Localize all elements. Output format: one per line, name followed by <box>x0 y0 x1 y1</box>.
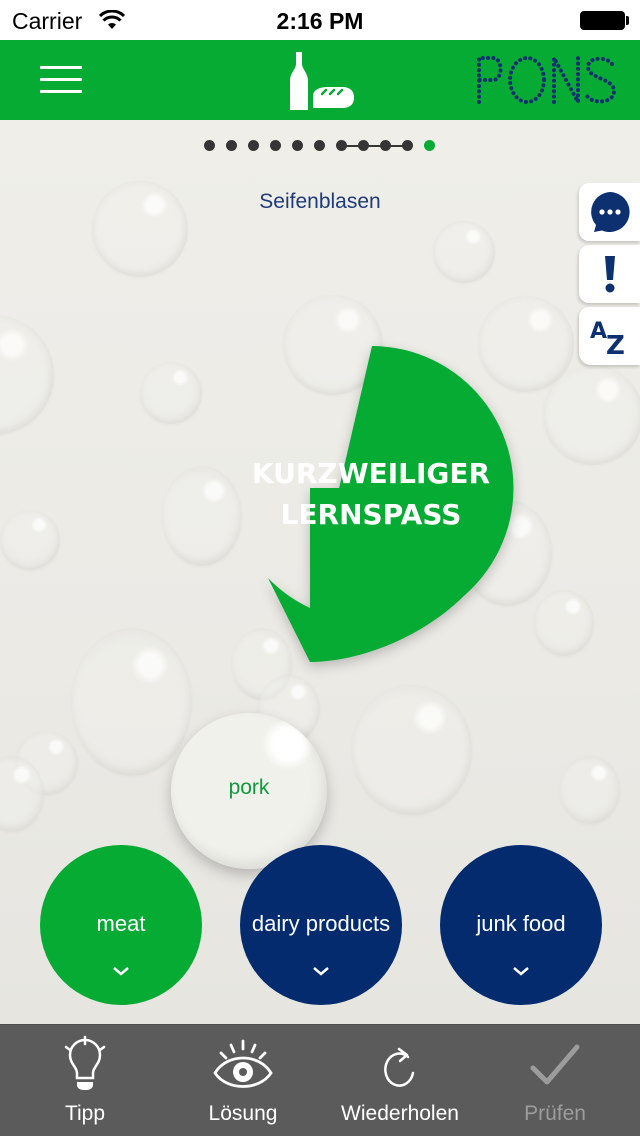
speech-line-2: LERNSPASS <box>280 498 462 531</box>
dictionary-tab[interactable]: A Z <box>579 307 640 365</box>
tip-button[interactable]: Tipp <box>5 1025 165 1136</box>
background-bubble <box>534 590 594 656</box>
status-bar: Carrier 2:16 PM <box>0 0 640 40</box>
exclamation-icon <box>604 256 615 293</box>
pons-brand-logo: PONS <box>477 56 617 104</box>
chevron-down-icon <box>513 967 529 976</box>
background-bubble <box>543 365 640 465</box>
progress-dot <box>248 140 259 151</box>
category-dairy-products[interactable]: dairy products <box>240 845 402 1005</box>
background-bubble <box>72 628 192 776</box>
bottom-toolbar: Tipp Lösung Wiederholen Prüfen <box>0 1024 640 1136</box>
progress-dot <box>292 140 303 151</box>
check-label: Prüfen <box>524 1102 586 1125</box>
repeat-icon <box>384 1047 415 1087</box>
a-z-icon: A Z <box>590 319 625 356</box>
chevron-down-icon <box>313 967 329 976</box>
solution-button[interactable]: Lösung <box>163 1025 323 1136</box>
progress-dot <box>358 140 369 151</box>
background-bubble <box>0 510 60 570</box>
repeat-button[interactable]: Wiederholen <box>320 1025 480 1136</box>
battery-tip <box>626 16 629 25</box>
progress-dot <box>314 140 325 151</box>
progress-dot <box>204 140 215 151</box>
word-bubble[interactable]: pork <box>171 713 327 869</box>
svg-text:A: A <box>590 319 607 344</box>
repeat-label: Wiederholen <box>341 1102 459 1125</box>
checkmark-icon <box>530 1044 580 1085</box>
category-label: dairy products <box>251 911 391 936</box>
eye-icon <box>213 1039 273 1088</box>
progress-dot-current <box>424 140 435 151</box>
exercise-area: Seifenblasen A Z KURZWEILIGER LERNSPASS … <box>0 120 640 1024</box>
info-tab[interactable] <box>579 245 640 303</box>
check-button[interactable]: Prüfen <box>475 1025 635 1136</box>
app-header: PONS <box>0 40 640 120</box>
speech-line-1: KURZWEILIGER <box>251 457 491 490</box>
progress-dot <box>226 140 237 151</box>
lightbulb-icon <box>64 1035 106 1090</box>
word-label: pork <box>228 776 270 799</box>
svg-text:Z: Z <box>606 331 625 356</box>
background-bubble <box>560 756 620 824</box>
progress-dot <box>270 140 281 151</box>
speech-bubble-text: KURZWEILIGER LERNSPASS <box>230 453 512 535</box>
background-bubble <box>433 221 495 283</box>
chat-tab[interactable] <box>579 183 640 241</box>
category-meat[interactable]: meat <box>40 845 202 1005</box>
solution-label: Lösung <box>208 1102 278 1125</box>
battery-full-icon <box>580 11 625 30</box>
progress-dot <box>336 140 347 151</box>
chevron-down-icon <box>113 967 129 976</box>
bottle-and-bread-icon <box>290 52 354 110</box>
background-bubble <box>140 362 202 424</box>
background-bubble <box>352 685 472 815</box>
clock: 2:16 PM <box>276 8 364 34</box>
progress-dot <box>380 140 391 151</box>
hamburger-menu-icon[interactable] <box>38 66 84 96</box>
progress-indicator <box>200 138 440 152</box>
chat-bubble-icon <box>590 192 630 232</box>
category-junk-food[interactable]: junk food <box>440 845 602 1005</box>
background-bubble <box>0 315 54 435</box>
tip-label: Tipp <box>64 1102 106 1125</box>
progress-dot <box>402 140 413 151</box>
category-label: junk food <box>476 911 566 936</box>
exercise-title: Seifenblasen <box>259 190 381 213</box>
category-label: meat <box>96 911 146 936</box>
